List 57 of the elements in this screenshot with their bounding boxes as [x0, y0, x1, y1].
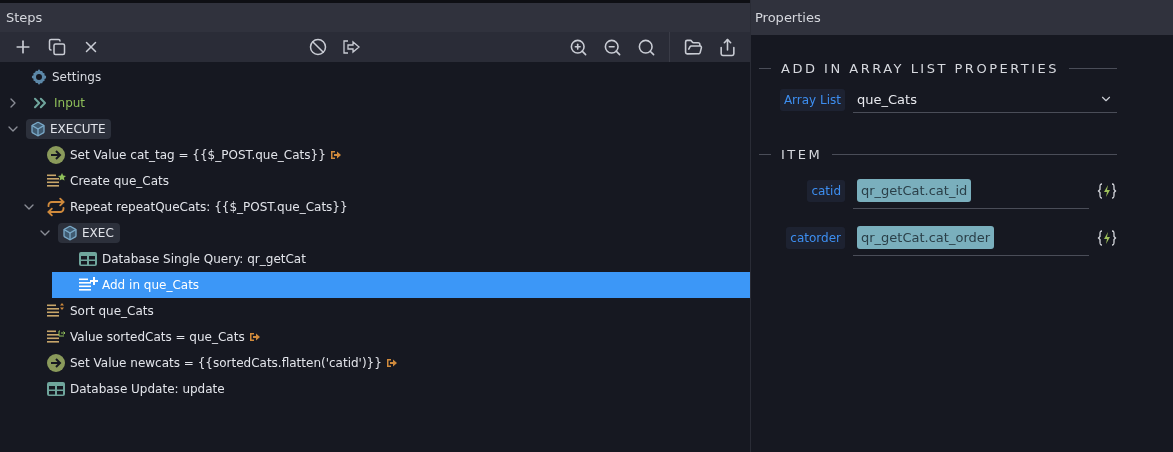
step-row[interactable]: Database Single Query: qr_getCat: [52, 246, 750, 272]
table-icon: [78, 251, 98, 267]
step-label: EXECUTE: [50, 122, 106, 136]
step-row[interactable]: Create que_Cats: [20, 168, 750, 194]
section-title: ITEM: [781, 147, 823, 162]
zoom-in-icon[interactable]: [568, 37, 588, 57]
step-row[interactable]: EXECUTE: [4, 116, 750, 142]
step-row[interactable]: Set Value cat_tag = {{$_POST.que_Cats}}: [20, 142, 750, 168]
field-label: Array List: [779, 88, 845, 111]
step-label: Create que_Cats: [70, 174, 169, 188]
step-label: Set Value newcats = {{sortedCats.flatten('catid')}}: [70, 356, 382, 370]
array-list-select[interactable]: que_Cats: [853, 86, 1117, 113]
arrow-circle-icon: [46, 145, 66, 165]
search-icon[interactable]: [636, 37, 656, 57]
table-icon: [46, 381, 66, 397]
step-label: EXEC: [82, 226, 114, 240]
step-label: Set Value cat_tag = {{$_POST.que_Cats}}: [70, 148, 326, 162]
field-label: catid: [807, 179, 845, 202]
repeat-icon: [46, 197, 66, 217]
step-row[interactable]: Sort que_Cats: [20, 298, 750, 324]
cube-icon: [30, 121, 46, 137]
step-label: Database Single Query: qr_getCat: [102, 252, 306, 266]
copy-icon[interactable]: [48, 38, 66, 56]
step-row[interactable]: EXEC: [36, 220, 750, 246]
panel-title: Steps: [0, 3, 750, 32]
step-row[interactable]: Set Value newcats = {{sortedCats.flatten('catid')}}: [20, 350, 750, 376]
dynamic-data-icon[interactable]: [1097, 229, 1117, 246]
dynamic-data-icon[interactable]: [1097, 182, 1117, 199]
list-sort-icon: [46, 303, 66, 319]
step-row[interactable]: Input: [4, 90, 750, 116]
step-row[interactable]: Value sortedCats = que_Cats: [20, 324, 750, 350]
step-row[interactable]: Settings: [4, 64, 750, 90]
arrow-circle-icon: [46, 353, 66, 373]
folder-icon[interactable]: [683, 37, 703, 57]
step-label: Sort que_Cats: [70, 304, 154, 318]
list-arrow-icon: [46, 329, 66, 345]
step-label: Input: [54, 96, 86, 110]
step-label: Add in que_Cats: [102, 278, 200, 292]
field-label: catorder: [786, 226, 845, 249]
list-plus-icon: [78, 277, 98, 293]
step-label: Value sortedCats = que_Cats: [70, 330, 245, 344]
input-field[interactable]: qr_getCat.cat_order: [853, 219, 1089, 256]
step-row[interactable]: Repeat repeatQueCats: {{$_POST.que_Cats}}: [20, 194, 750, 220]
zoom-out-icon[interactable]: [602, 37, 622, 57]
section-title: ADD IN ARRAY LIST PROPERTIES: [781, 61, 1059, 76]
list-star-icon: [46, 173, 66, 189]
disable-icon[interactable]: [308, 38, 327, 56]
panel-title: Properties: [751, 0, 1173, 35]
input-field[interactable]: qr_getCat.cat_id: [853, 172, 1089, 209]
share-icon[interactable]: [717, 37, 737, 57]
cube-icon: [62, 225, 78, 241]
step-label: Database Update: update: [70, 382, 225, 396]
step-label: Settings: [52, 70, 102, 84]
step-label: Repeat repeatQueCats: {{$_POST.que_Cats}}: [70, 200, 348, 214]
gear-icon: [30, 68, 48, 86]
step-row[interactable]: Database Update: update: [20, 376, 750, 402]
export-icon[interactable]: [341, 39, 362, 55]
